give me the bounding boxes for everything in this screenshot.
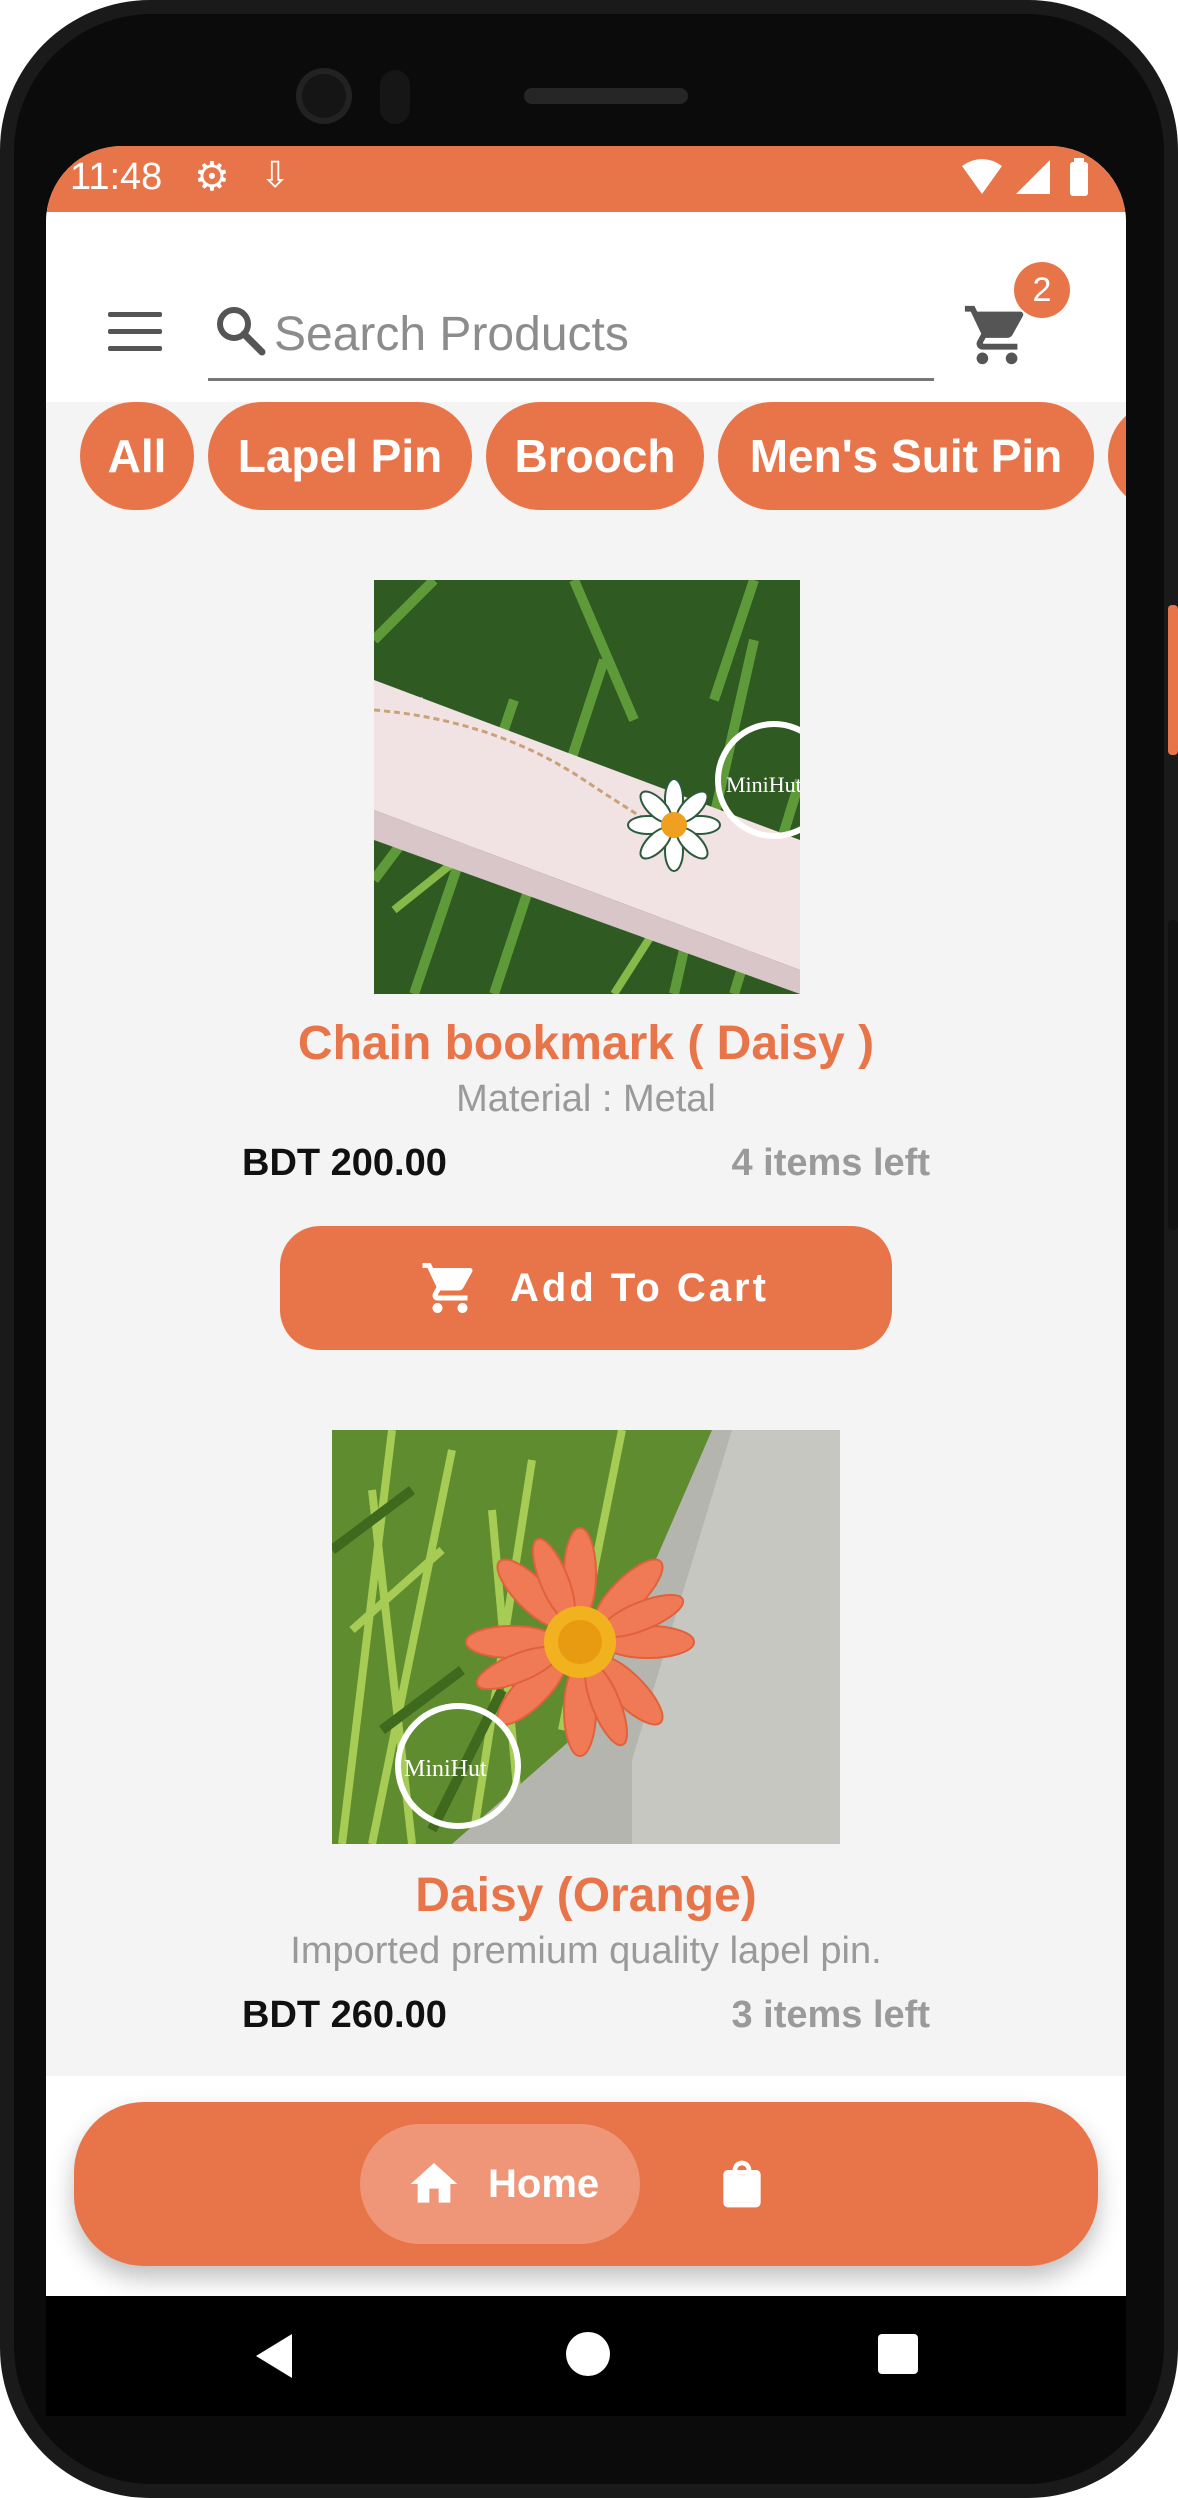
watermark-text: MiniHut [726, 772, 800, 797]
product-title[interactable]: Daisy (Orange) [46, 1868, 1126, 1923]
product-title[interactable]: Chain bookmark ( Daisy ) [46, 1016, 1126, 1071]
app-bar: 2 [46, 212, 1126, 402]
search-icon [217, 307, 266, 356]
product-image[interactable]: MiniHut [332, 1430, 840, 1844]
app-screen: 11:48 ⚙ ⇩ Search Products 2 All Lapel Pi… [46, 146, 1126, 2296]
power-button [1168, 920, 1178, 1230]
cart-icon [422, 1263, 473, 1313]
volume-button [1168, 605, 1178, 755]
gear-icon: ⚙ [194, 155, 230, 199]
nav-home-label: Home [488, 2162, 600, 2206]
add-to-cart-label: Add To Cart [510, 1266, 769, 1310]
watermark-text: MiniHut [404, 1756, 487, 1782]
product-price: BDT 260.00 [242, 1994, 447, 2036]
category-chips: All Lapel Pin Brooch Men's Suit Pin [46, 402, 1126, 522]
product-description: Imported premium quality lapel pin. [290, 1930, 882, 1972]
stock-count: 3 items left [731, 1994, 930, 2036]
back-icon[interactable] [252, 2332, 296, 2380]
search-bar[interactable] [208, 292, 934, 381]
nav-home-tab[interactable]: Home [360, 2124, 640, 2244]
product-image[interactable]: MiniHut [374, 580, 800, 994]
device-frame: 11:48 ⚙ ⇩ Search Products 2 All Lapel Pi… [0, 0, 1178, 2498]
wifi-icon [962, 159, 1002, 194]
product-price: BDT 200.00 [242, 1142, 447, 1184]
front-camera [296, 68, 352, 124]
download-icon: ⇩ [260, 154, 291, 195]
menu-icon[interactable] [108, 312, 162, 352]
chip-brooch[interactable]: Brooch [486, 402, 704, 510]
home-button[interactable] [566, 2332, 610, 2376]
system-navigation-bar [46, 2296, 1126, 2416]
product-description: Material : Metal [456, 1078, 716, 1120]
chip-lapel-pin[interactable]: Lapel Pin [208, 402, 472, 510]
home-icon [410, 2163, 458, 2203]
battery-icon [1070, 162, 1088, 196]
add-to-cart-button[interactable]: Add To Cart [280, 1226, 892, 1350]
cart-count-badge: 2 [1014, 262, 1070, 318]
earpiece-speaker [524, 88, 688, 104]
recent-apps-button[interactable] [878, 2334, 918, 2374]
proximity-sensor [380, 70, 410, 124]
status-time: 11:48 [70, 156, 163, 198]
shopping-bag-icon[interactable] [714, 2154, 770, 2214]
cart-icon [964, 305, 1024, 365]
stock-count: 4 items left [731, 1142, 930, 1184]
status-indicators [958, 156, 1098, 205]
signal-icon [1016, 160, 1050, 194]
search-input[interactable] [274, 304, 914, 364]
chip-more[interactable] [1108, 402, 1126, 510]
status-bar: 11:48 ⚙ ⇩ [46, 146, 1126, 212]
bottom-navigation: Home [74, 2102, 1098, 2266]
chip-all[interactable]: All [80, 402, 194, 510]
chip-mens-suit-pin[interactable]: Men's Suit Pin [718, 402, 1094, 510]
